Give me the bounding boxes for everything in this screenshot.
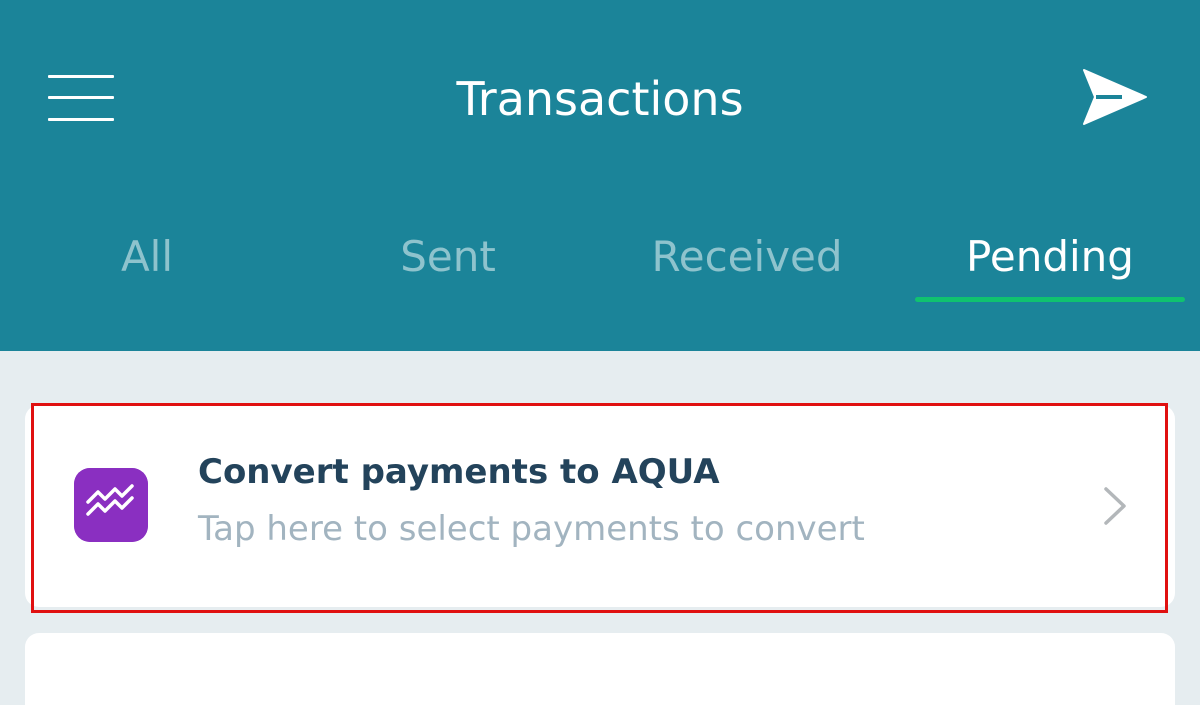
tab-sent[interactable]: Sent xyxy=(348,226,548,296)
send-icon[interactable] xyxy=(1082,68,1148,126)
aqua-logo-icon xyxy=(74,468,148,542)
convert-payments-card[interactable]: Convert payments to AQUA Tap here to sel… xyxy=(25,405,1175,607)
active-tab-indicator xyxy=(915,297,1185,302)
transaction-tabs: All Sent Received Pending xyxy=(0,226,1200,296)
tab-all[interactable]: All xyxy=(47,226,247,296)
transaction-list-card xyxy=(25,633,1175,705)
page-title: Transactions xyxy=(456,72,744,126)
card-subtitle: Tap here to select payments to convert xyxy=(198,509,865,549)
tab-pending[interactable]: Pending xyxy=(915,226,1185,296)
chevron-right-icon xyxy=(1104,487,1126,525)
card-title: Convert payments to AQUA xyxy=(198,452,720,492)
tab-received[interactable]: Received xyxy=(622,226,872,296)
hamburger-menu-icon[interactable] xyxy=(48,75,114,121)
